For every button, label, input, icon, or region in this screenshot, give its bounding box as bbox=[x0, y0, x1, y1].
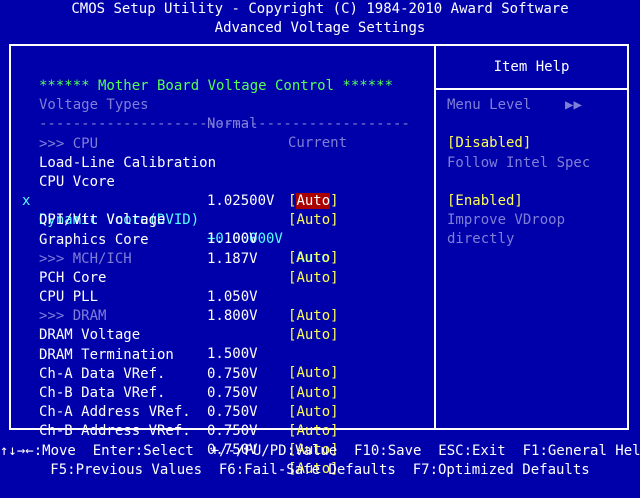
panel-divider bbox=[434, 44, 436, 430]
help-spacer bbox=[447, 115, 627, 134]
title-line-1: CMOS Setup Utility - Copyright (C) 1984-… bbox=[71, 1, 569, 17]
item-help-title: Item Help bbox=[493, 59, 570, 75]
help-option-disabled: [Disabled] bbox=[447, 135, 532, 152]
menu-level-label: Menu Level bbox=[447, 97, 532, 113]
column-headers: Voltage Types Normal Current bbox=[0, 77, 432, 151]
footer-line-1: ↑↓→←:Move Enter:Select +/-/PU/PD:Value F… bbox=[0, 443, 640, 459]
title-line-2: Advanced Voltage Settings bbox=[214, 20, 426, 36]
setting-row[interactable]: DRAM Termination 0.750V [Auto] bbox=[0, 327, 432, 401]
setting-row-disabled: x Dynamic Vcore(DVID) +0.00000V Auto bbox=[0, 173, 432, 266]
setting-value-text: Auto bbox=[296, 423, 331, 439]
setting-row[interactable]: Ch-B Address VRef. 0.750V [Auto] bbox=[0, 403, 432, 477]
item-help-panel: Menu Level ▶▶ [Disabled] Follow Intel Sp… bbox=[447, 96, 627, 250]
title-bar: CMOS Setup Utility - Copyright (C) 1984-… bbox=[0, 0, 640, 38]
setting-row[interactable]: PCH Core 1.050V [Auto] bbox=[0, 250, 432, 324]
help-spacer bbox=[447, 173, 627, 192]
panel-header-row: ****** Mother Board Voltage Control ****… bbox=[0, 58, 432, 94]
setting-row[interactable]: Ch-A Address VRef. 0.750V [Auto] bbox=[0, 384, 432, 458]
setting-row[interactable]: Ch-B Data VRef. 0.750V [Auto] bbox=[0, 365, 432, 439]
section-mch-row: >>> MCH/ICH bbox=[0, 231, 432, 267]
setting-row[interactable]: CPU PLL 1.800V [Auto] bbox=[0, 269, 432, 343]
key-help-footer: ↑↓→←:Move Enter:Select +/-/PU/PD:Value F… bbox=[0, 442, 640, 480]
help-separator bbox=[436, 88, 627, 90]
setting-normal: 0.750V bbox=[207, 423, 258, 440]
setting-row[interactable]: DRAM Voltage 1.500V [Auto] bbox=[0, 307, 432, 381]
setting-row[interactable]: CPU Vcore 1.02500V [Auto] bbox=[0, 154, 432, 228]
setting-value[interactable]: [Auto] bbox=[288, 422, 339, 441]
column-rule-row: ----------------------------------------… bbox=[0, 96, 432, 132]
help-text: Follow Intel Spec bbox=[447, 154, 591, 171]
voltage-settings-panel: ****** Mother Board Voltage Control ****… bbox=[0, 58, 432, 477]
setting-row[interactable]: Load-Line Calibration [Auto] bbox=[0, 135, 432, 209]
setting-name: Ch-B Address VRef. bbox=[39, 423, 191, 440]
setting-row[interactable]: Ch-A Data VRef. 0.750V [Auto] bbox=[0, 346, 432, 420]
section-dram-row: >>> DRAM bbox=[0, 288, 432, 324]
menu-level-arrows-icon: ▶▶ bbox=[565, 97, 582, 113]
help-text: Improve VDroop bbox=[447, 212, 566, 229]
help-option-enabled: [Enabled] bbox=[447, 192, 523, 209]
menu-level-row: Menu Level ▶▶ bbox=[447, 96, 627, 115]
footer-line-2: F5:Previous Values F6:Fail-Safe Defaults… bbox=[50, 462, 590, 478]
help-text: directly bbox=[447, 231, 515, 248]
section-cpu-row: >>> CPU bbox=[0, 116, 432, 152]
setting-row[interactable]: QPI/Vtt Voltage 1.100V [Auto] bbox=[0, 192, 432, 266]
setting-row[interactable]: Graphics Core 1.187V [Auto] bbox=[0, 212, 432, 286]
